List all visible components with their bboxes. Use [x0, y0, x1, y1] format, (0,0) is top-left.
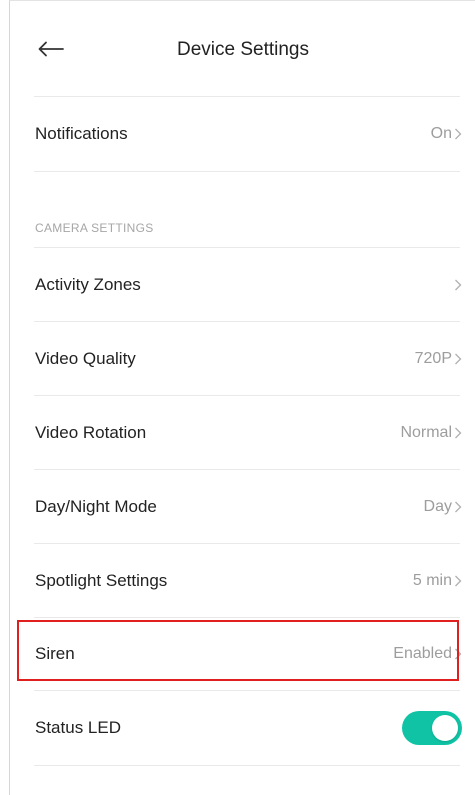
status-led-label: Status LED	[35, 718, 121, 737]
divider	[34, 395, 460, 396]
toggle-knob	[432, 715, 458, 741]
chevron-right-icon	[454, 648, 462, 660]
chevron-right-icon	[454, 427, 462, 439]
page-title: Device Settings	[176, 39, 309, 60]
video-rotation-label: Video Rotation	[35, 423, 147, 442]
day-night-mode-value-group: Day	[424, 498, 462, 516]
chevron-right-icon	[454, 575, 462, 587]
notifications-row[interactable]: Notifications On	[10, 98, 475, 170]
video-quality-label: Video Quality	[35, 349, 136, 368]
notifications-label: Notifications	[35, 124, 128, 143]
video-rotation-row[interactable]: Video Rotation Normal	[10, 397, 475, 469]
day-night-mode-row[interactable]: Day/Night Mode Day	[10, 471, 475, 543]
status-led-toggle[interactable]	[402, 711, 462, 745]
video-quality-value: 720P	[414, 350, 452, 367]
section-header-camera-settings: CAMERA SETTINGS	[35, 221, 154, 235]
video-quality-value-group: 720P	[415, 350, 462, 368]
divider	[34, 96, 460, 97]
video-rotation-value-group: Normal	[400, 424, 462, 442]
siren-row[interactable]: Siren Enabled	[10, 619, 475, 689]
activity-zones-label: Activity Zones	[35, 275, 141, 294]
video-rotation-value: Normal	[400, 424, 452, 441]
divider	[34, 171, 460, 172]
divider	[34, 247, 460, 248]
siren-value-group: Enabled	[393, 645, 462, 663]
day-night-mode-label: Day/Night Mode	[35, 497, 157, 516]
activity-zones-value-group	[452, 279, 462, 291]
spotlight-settings-row[interactable]: Spotlight Settings 5 min	[10, 545, 475, 617]
divider	[34, 321, 460, 322]
divider	[34, 690, 460, 691]
spotlight-settings-value-group: 5 min	[413, 572, 462, 590]
divider	[34, 469, 460, 470]
siren-label: Siren	[35, 644, 75, 663]
chevron-right-icon	[454, 128, 462, 140]
notifications-value-group: On	[431, 125, 462, 143]
day-night-mode-value: Day	[423, 498, 452, 515]
notifications-value: On	[430, 125, 452, 142]
spotlight-settings-value: 5 min	[412, 572, 452, 589]
status-led-toggle-group	[402, 711, 464, 745]
chevron-right-icon	[454, 501, 462, 513]
siren-value: Enabled	[393, 645, 452, 662]
activity-zones-row[interactable]: Activity Zones	[10, 249, 475, 321]
header: Device Settings	[10, 1, 475, 97]
divider	[34, 543, 460, 544]
status-led-row: Status LED	[10, 692, 475, 764]
settings-screen: Device Settings Notifications On CAMERA …	[9, 0, 475, 795]
divider	[34, 765, 460, 766]
chevron-right-icon	[454, 353, 462, 365]
chevron-right-icon	[454, 279, 462, 291]
video-quality-row[interactable]: Video Quality 720P	[10, 323, 475, 395]
spotlight-settings-label: Spotlight Settings	[35, 571, 168, 590]
divider	[34, 617, 460, 618]
